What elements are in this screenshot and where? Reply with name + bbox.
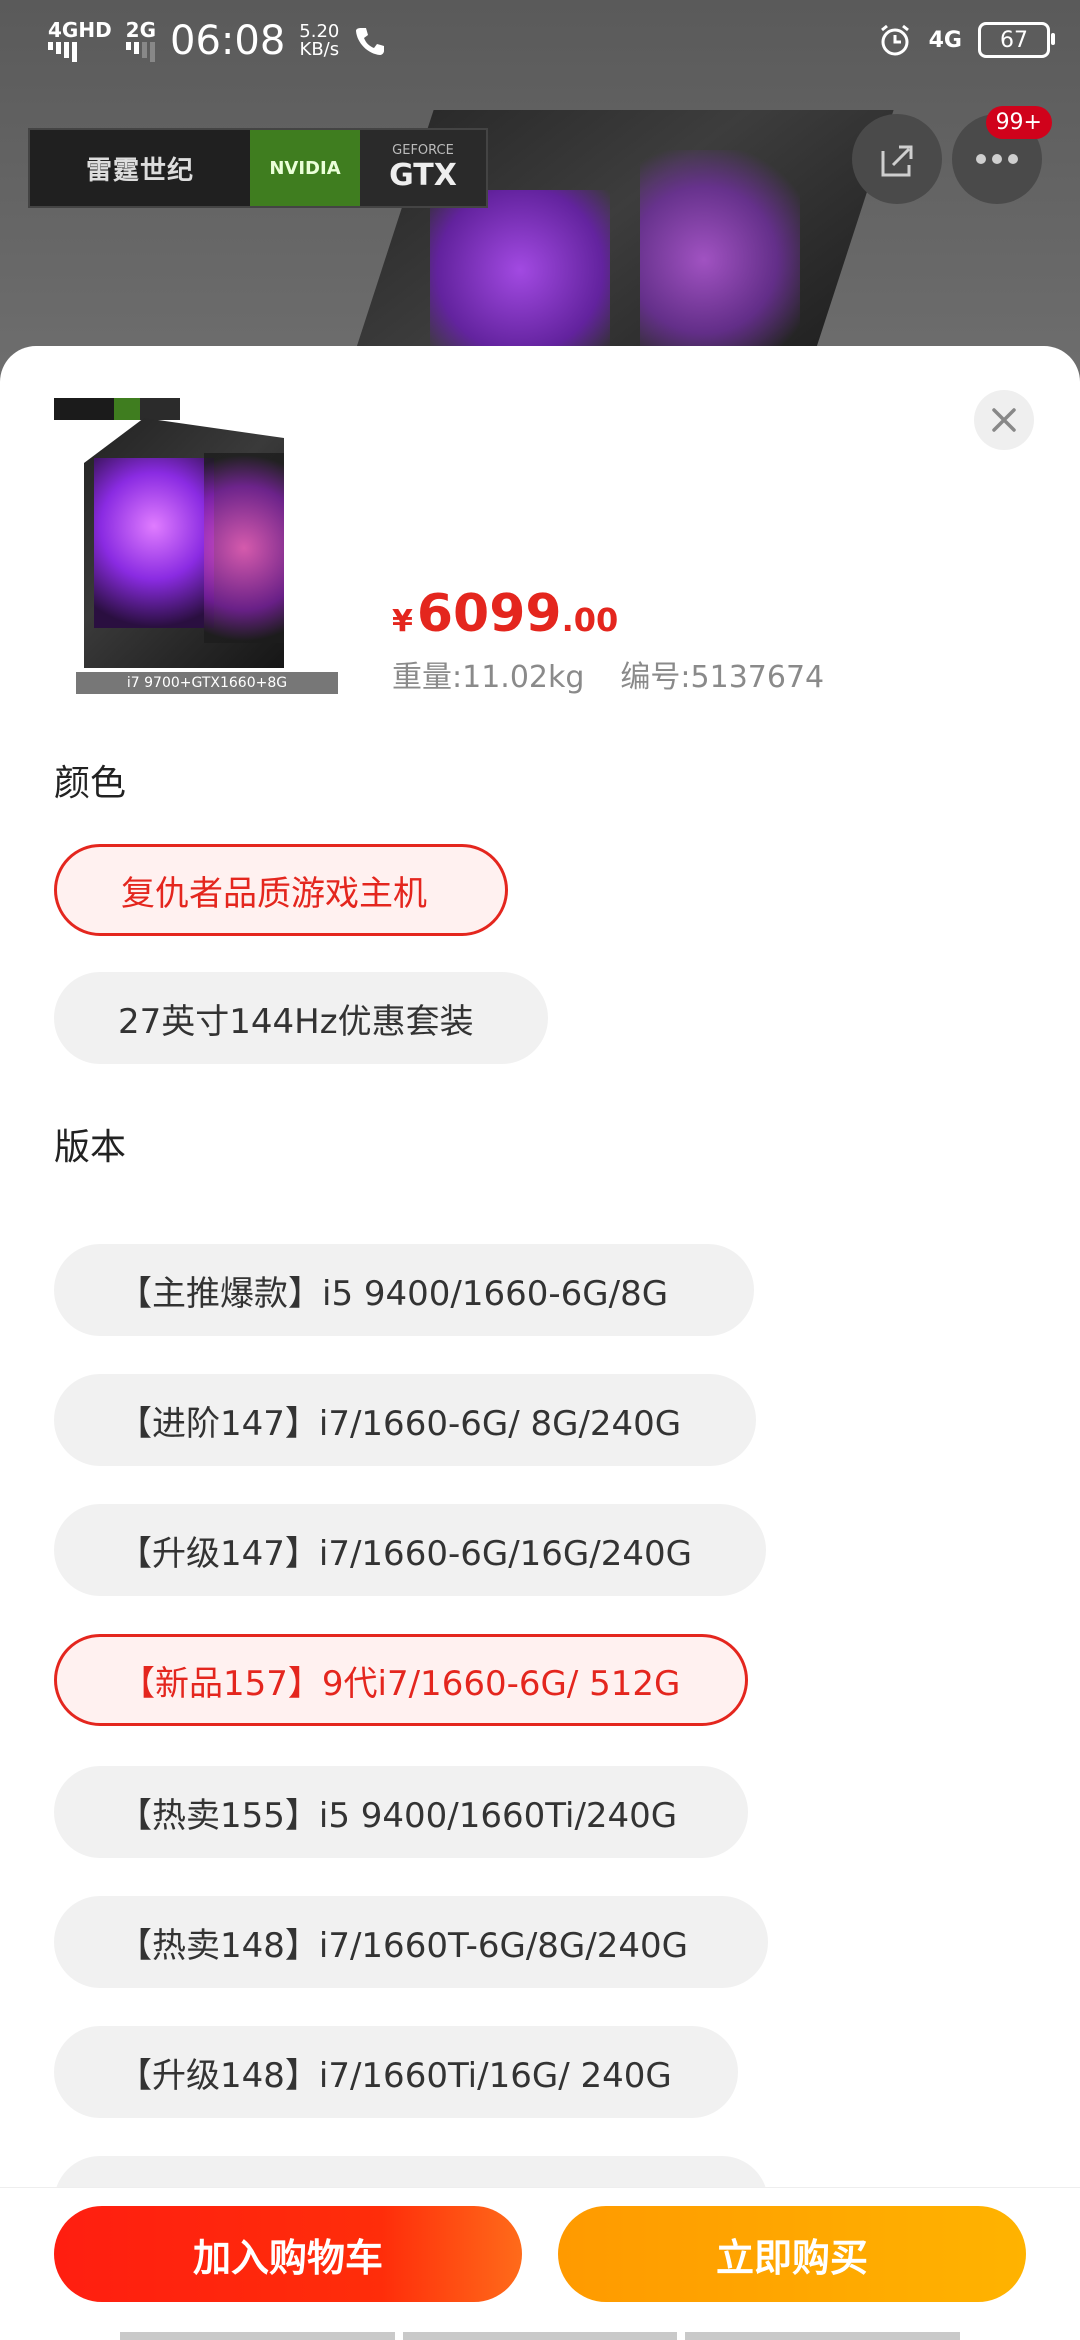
price-currency: ¥ bbox=[392, 604, 413, 639]
share-icon bbox=[881, 145, 913, 177]
battery-level: 67 bbox=[1000, 27, 1028, 53]
more-dots-icon bbox=[976, 154, 1018, 164]
more-badge: 99+ bbox=[985, 106, 1052, 139]
signal-label: 2G bbox=[125, 18, 157, 42]
brand-name: 雷霆世纪 bbox=[85, 155, 194, 186]
case-light-glow bbox=[640, 150, 800, 370]
weight-label: 重量:11.02kg bbox=[392, 660, 585, 695]
color-option[interactable]: 27英寸144Hz优惠套装 bbox=[54, 972, 548, 1064]
share-button[interactable] bbox=[852, 114, 942, 204]
action-bar: 加入购物车 立即购买 bbox=[0, 2187, 1080, 2340]
version-section-title: 版本 bbox=[54, 1127, 127, 1168]
geforce-logo: GEFORCE GTX bbox=[360, 130, 486, 206]
price-integer: 6099 bbox=[416, 584, 562, 644]
nvidia-logo: NVIDIA bbox=[250, 130, 360, 206]
version-option[interactable]: 【升级148】i7/1660Ti/16G/ 240G bbox=[54, 2026, 738, 2118]
close-icon bbox=[992, 408, 1016, 432]
signal-bars-icon bbox=[125, 42, 156, 62]
signal-indicator: 4GHD bbox=[48, 20, 112, 62]
version-option[interactable]: 【热卖148】i7/1660T-6G/8G/240G bbox=[54, 1896, 768, 1988]
speed-unit: KB/s bbox=[299, 39, 340, 60]
price: ¥ 6099 .00 bbox=[392, 584, 618, 644]
network-speed: 5.20 KB/s bbox=[299, 23, 339, 59]
nvidia-label: NVIDIA bbox=[269, 157, 341, 179]
alarm-icon bbox=[880, 24, 909, 56]
thumbnail-glow bbox=[204, 453, 284, 643]
version-option[interactable]: 【升级147】i7/1660-6G/16G/240G bbox=[54, 1504, 766, 1596]
thumbnail-brand-banner bbox=[54, 398, 180, 420]
brand-logo: 雷霆世纪 bbox=[30, 130, 250, 206]
color-section-title: 颜色 bbox=[54, 763, 127, 804]
thumbnail-caption: i7 9700+GTX1660+8G bbox=[76, 672, 338, 694]
signal-bars-icon bbox=[48, 42, 112, 62]
version-option[interactable]: 【热卖155】i5 9400/1660Ti/240G bbox=[54, 1766, 748, 1858]
thumbnail-glow bbox=[94, 458, 214, 628]
signal-indicator-2: 2G bbox=[125, 18, 157, 62]
add-to-cart-button[interactable]: 加入购物车 bbox=[54, 2206, 522, 2302]
close-button[interactable] bbox=[974, 390, 1034, 450]
battery-indicator: 67 bbox=[978, 22, 1055, 58]
sku-selector-sheet: i7 9700+GTX1660+8G ¥ 6099 .00 重量:11.02kg… bbox=[0, 346, 1080, 2340]
geforce-label: GEFORCE bbox=[392, 143, 454, 158]
product-meta: 重量:11.02kg 编号:5137674 bbox=[392, 652, 824, 696]
signal-label: 4GHD bbox=[48, 18, 112, 42]
price-decimal: .00 bbox=[561, 601, 619, 639]
sku-number-label: 编号:5137674 bbox=[620, 660, 825, 695]
clock: 06:08 bbox=[170, 18, 286, 64]
version-option[interactable]: 【主推爆款】i5 9400/1660-6G/8G bbox=[54, 1244, 754, 1336]
brand-banner: 雷霆世纪 NVIDIA GEFORCE GTX bbox=[28, 128, 488, 208]
version-option[interactable]: 【新品157】9代i7/1660-6G/ 512G bbox=[54, 1634, 748, 1726]
gesture-bar bbox=[120, 2332, 961, 2340]
phone-call-icon bbox=[356, 28, 385, 55]
version-option[interactable]: 【进阶147】i7/1660-6G/ 8G/240G bbox=[54, 1374, 756, 1466]
network-type: 4G bbox=[928, 27, 962, 53]
more-button[interactable]: 99+ bbox=[952, 106, 1052, 204]
product-thumbnail: i7 9700+GTX1660+8G bbox=[54, 398, 338, 694]
gtx-label: GTX bbox=[389, 158, 457, 193]
color-option[interactable]: 复仇者品质游戏主机 bbox=[54, 844, 508, 936]
status-bar: 4GHD 2G 06:08 5.20 KB/s 4G 67 bbox=[0, 0, 1080, 84]
buy-now-button[interactable]: 立即购买 bbox=[558, 2206, 1026, 2302]
